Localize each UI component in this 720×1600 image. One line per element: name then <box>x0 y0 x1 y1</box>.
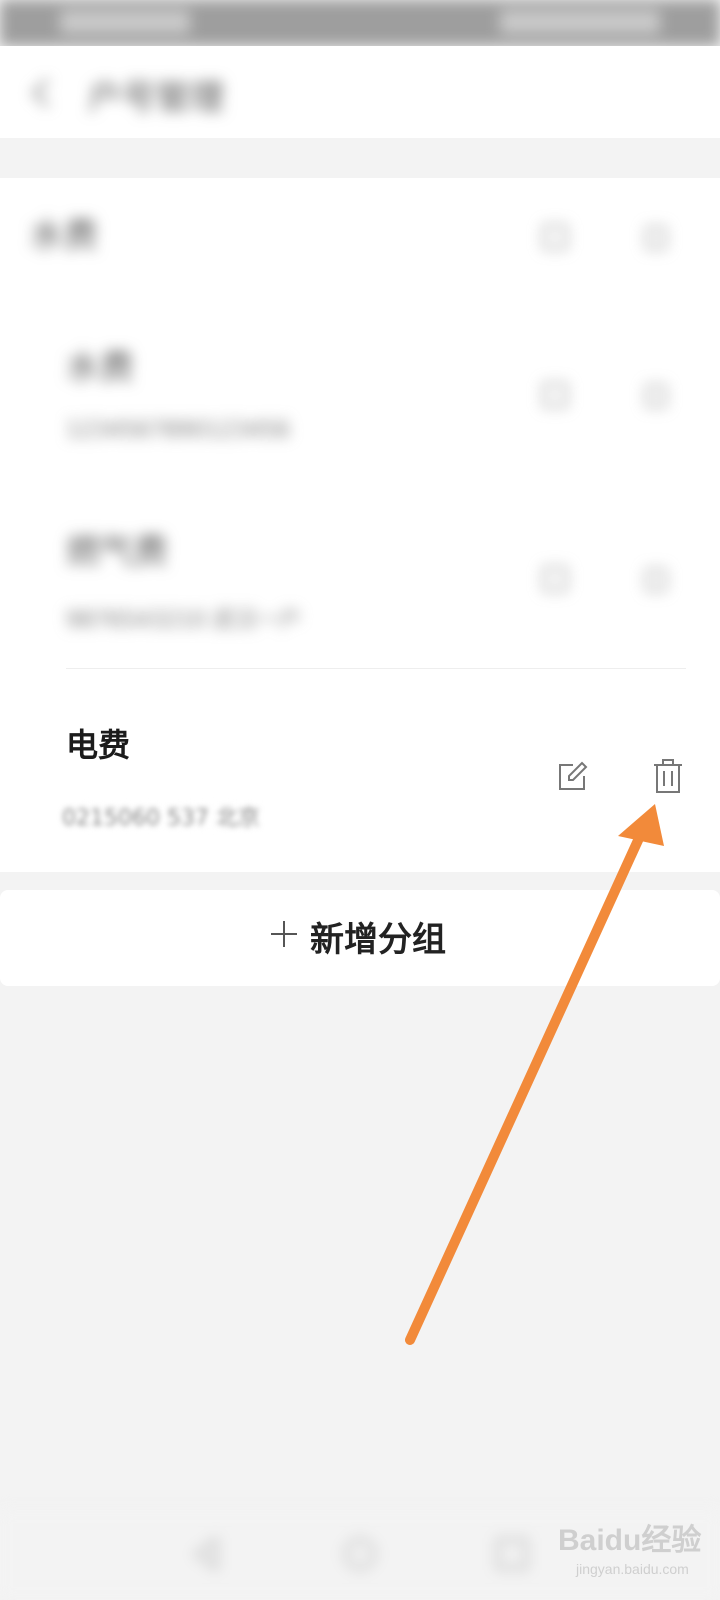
baidu-watermark-logo: Baidu经验 jingyan.baidu.com <box>558 1523 701 1577</box>
item-name-electricity: 电费 <box>66 726 131 764</box>
plus-icon <box>271 921 297 947</box>
edit-icon[interactable] <box>555 760 589 794</box>
trash-icon[interactable] <box>652 758 684 794</box>
add-group-button[interactable]: 新增分组 <box>0 890 720 986</box>
item-account-water: 1234567890123456 <box>66 418 290 443</box>
group-card: 水费 水费 1234567890123456 燃气费 9876543210 武汉… <box>0 178 720 872</box>
water-delete-icon[interactable] <box>640 378 672 410</box>
nav-back-icon[interactable] <box>186 1532 230 1576</box>
status-right-indicators <box>500 10 660 34</box>
item-name-water: 水费 <box>66 348 134 388</box>
page-title: 户号管理 <box>88 78 224 118</box>
add-group-label: 新增分组 <box>310 920 446 960</box>
nav-recent-icon[interactable] <box>490 1532 534 1576</box>
divider <box>66 668 686 669</box>
nav-home-icon[interactable] <box>338 1532 382 1576</box>
watermark-url: jingyan.baidu.com <box>575 1561 689 1577</box>
watermark-brand: Baidu经验 <box>558 1523 701 1557</box>
status-left-indicators <box>60 10 190 34</box>
group-delete-icon[interactable] <box>640 220 672 252</box>
item-account-gas: 9876543210 武汉一户 <box>66 608 301 633</box>
back-arrow-icon[interactable] <box>24 76 58 110</box>
water-edit-icon[interactable] <box>540 378 572 410</box>
gas-edit-icon[interactable] <box>540 562 572 594</box>
gas-delete-icon[interactable] <box>640 562 672 594</box>
group-edit-icon[interactable] <box>540 220 572 252</box>
group-title: 水费 <box>30 216 98 256</box>
item-account-electricity: 0215060 537 北京 <box>62 800 260 832</box>
item-name-gas: 燃气费 <box>66 532 168 572</box>
status-bar <box>0 0 720 46</box>
app-header: 户号管理 <box>0 46 720 138</box>
